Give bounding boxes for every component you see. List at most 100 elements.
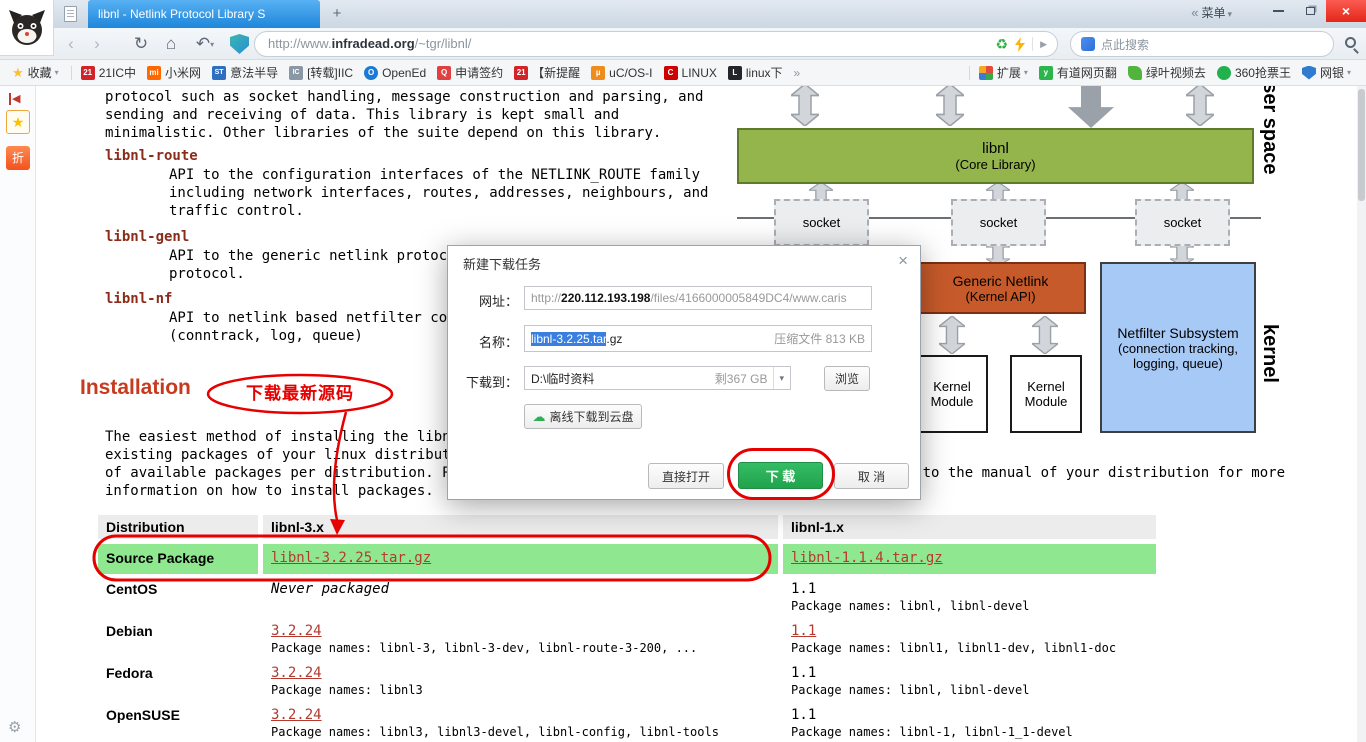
bookmark-label: [转载]IIC [307, 66, 354, 80]
dialog-title: 新建下载任务 [463, 257, 542, 272]
table-header-row: Distribution libnl-3.x libnl-1.x [98, 515, 1156, 539]
url-path: /~tgr/libnl/ [414, 36, 472, 51]
minimize-button[interactable] [1262, 0, 1294, 22]
bookmark-label: uC/OS-I [609, 65, 653, 80]
open-directly-button[interactable]: 直接打开 [648, 463, 724, 489]
lightning-icon[interactable] [1015, 36, 1026, 52]
divider [70, 65, 72, 80]
bookmarks-overflow-button[interactable]: » [794, 66, 801, 80]
vertical-scrollbar[interactable] [1357, 86, 1366, 742]
favicon-linux-c: C [663, 65, 678, 80]
extensions-grid-icon [978, 65, 993, 80]
download-button[interactable]: 下 载 [738, 462, 823, 489]
down-arrow-icon [1068, 86, 1114, 132]
double-arrow-icon [933, 86, 967, 130]
kernel-module-box: Kernel Module [916, 355, 988, 433]
new-tab-button[interactable]: + [326, 4, 348, 24]
cloud-download-button[interactable]: ☁ 离线下载到云盘 [524, 404, 642, 429]
undo-icon: ↶ [195, 34, 211, 53]
version-link[interactable]: 3.2.24 [271, 665, 322, 681]
search-placeholder: 点此搜索 [1101, 37, 1150, 52]
socket-box: socket [1135, 199, 1230, 246]
close-window-button[interactable]: × [1326, 0, 1366, 22]
bookmark-st[interactable]: ST 意法半导 [208, 62, 282, 83]
download-url-field[interactable]: http://220.112.193.198/files/41660000058… [524, 286, 872, 310]
arrow-left-icon: ◀ [12, 93, 21, 105]
bookmark-label: 意法半导 [230, 66, 279, 80]
netfilter-subsystem-box: Netfilter Subsystem (connection tracking… [1100, 262, 1256, 433]
page-icon[interactable] [64, 6, 77, 22]
menu-label: 菜单 [1201, 6, 1226, 20]
destination-field[interactable]: D:\临时资料 剩367 GB ▾ [524, 366, 791, 390]
intro-paragraph: protocol such as socket handling, messag… [105, 89, 704, 141]
bookmark-favorites[interactable]: ★ 收藏 ▾ [8, 62, 63, 83]
version-link[interactable]: 3.2.24 [271, 707, 322, 723]
bookmark-linux[interactable]: Llinux下 [724, 62, 787, 83]
source-package-row: Source Package libnl-3.2.25.tar.gz libnl… [98, 544, 1156, 574]
version-link[interactable]: 1.1 [791, 623, 816, 639]
home-button[interactable]: ⌂ [160, 28, 182, 60]
user-space-label: user space [1259, 86, 1281, 175]
search-button[interactable] [1345, 37, 1356, 48]
forward-button[interactable]: › [86, 28, 108, 60]
go-icon[interactable]: ▶ [1040, 32, 1047, 56]
address-bar[interactable]: http://www.infradead.org/~tgr/libnl/ ♻ ▶ [254, 31, 1058, 57]
refresh-button[interactable]: ↻ [130, 28, 152, 60]
bookmark-21ic[interactable]: 21 21IC中 [77, 62, 140, 83]
undo-button[interactable]: ↶▾ [192, 28, 218, 60]
bookmark-label: 申请签约 [455, 66, 504, 80]
browser-logo[interactable] [0, 0, 54, 56]
bookmark-360[interactable]: 360抢票王 [1213, 62, 1295, 83]
bookmark-youdao[interactable]: y 有道网页翻 [1035, 62, 1121, 83]
browser-tab[interactable]: libnl - Netlink Protocol Library S [88, 0, 320, 28]
col-header-distribution: Distribution [98, 515, 258, 539]
file-name-field[interactable]: libnl-3.2.25.tar.gz 压缩文件 813 KB [524, 325, 872, 352]
menu-button[interactable]: «菜单 ▾ [1191, 0, 1232, 26]
bookmark-notice[interactable]: 21 【新提醒 [510, 62, 584, 83]
divider [1032, 37, 1034, 51]
favicon-xiaomi: mi [147, 65, 162, 80]
generic-netlink-box: Generic Netlink (Kernel API) [915, 262, 1086, 314]
bookmark-ucos[interactable]: µ uC/OS-I [587, 64, 656, 82]
bookmark-label: LINUX [681, 65, 717, 80]
discount-panel-button[interactable]: 折 [6, 146, 30, 170]
recycle-icon[interactable]: ♻ [996, 32, 1009, 56]
bookmark-opened[interactable]: O OpenEd [360, 64, 430, 82]
chevron-down-icon[interactable]: ▾ [773, 367, 784, 389]
ebank-button[interactable]: 网银 ▾ [1298, 62, 1355, 83]
chevron-down-icon: ▾ [1346, 68, 1351, 77]
favicon-iic: IC [289, 65, 304, 80]
bookmark-xiaomi[interactable]: mi 小米网 [143, 62, 205, 83]
gear-icon[interactable]: ⚙ [8, 718, 21, 736]
scrollbar-thumb[interactable] [1358, 89, 1365, 201]
favorites-panel-button[interactable]: ★ [6, 110, 30, 134]
tab-title: libnl - Netlink Protocol Library S [98, 7, 266, 21]
collapse-panel-button[interactable]: ◀ [9, 92, 20, 105]
section-heading-libnl-genl: libnl-genl [105, 229, 190, 245]
dialog-close-icon[interactable]: × [898, 251, 908, 271]
version-link[interactable]: 3.2.24 [271, 623, 322, 639]
favicon-st: ST [212, 65, 227, 80]
security-shield-icon[interactable] [230, 34, 249, 54]
bookmark-sign[interactable]: Q 申请签约 [433, 62, 507, 83]
bookmark-iic[interactable]: IC [转载]IIC [285, 62, 357, 83]
chevron-down-icon: ▾ [1023, 68, 1028, 77]
bookmark-label: 360抢票王 [1234, 66, 1291, 80]
browse-button[interactable]: 浏览 [824, 366, 870, 391]
bookmark-label: linux下 [745, 66, 783, 80]
cancel-button[interactable]: 取 消 [834, 463, 909, 489]
bookmark-greenleaf[interactable]: 绿叶视频去 [1124, 62, 1210, 83]
back-button[interactable]: ‹ [60, 28, 82, 60]
bookmark-label: 【新提醒 [532, 66, 581, 80]
favicon-notice: 21 [514, 65, 529, 80]
bookmark-linux-c[interactable]: C LINUX [660, 64, 721, 82]
favicon-ucos: µ [591, 65, 606, 80]
extensions-button[interactable]: 扩展 ▾ [975, 62, 1032, 83]
libnl1-source-link[interactable]: libnl-1.1.4.tar.gz [791, 550, 943, 566]
cloud-icon: ☁ [532, 408, 546, 424]
download-dialog: 新建下载任务 × 网址： http://220.112.193.198/file… [447, 245, 921, 500]
col-header-libnl1: libnl-1.x [783, 515, 1156, 539]
restore-button[interactable] [1294, 0, 1326, 22]
libnl3-source-link[interactable]: libnl-3.2.25.tar.gz [271, 550, 431, 566]
search-input[interactable]: 点此搜索 [1070, 31, 1334, 57]
